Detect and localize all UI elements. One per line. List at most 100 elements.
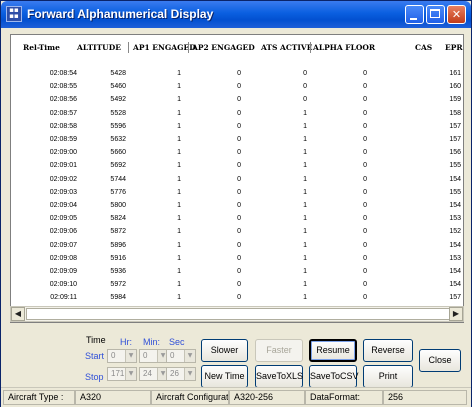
- table-row[interactable]: 02:08:58 5596 1 0 1 0 157: [11, 123, 463, 134]
- start-sec-select[interactable]: 0 ▼: [166, 349, 196, 363]
- table-row[interactable]: 02:08:59 5632 1 0 1 0 157: [11, 136, 463, 147]
- start-min-select[interactable]: 0 ▼: [139, 349, 169, 363]
- minimize-button[interactable]: [405, 5, 424, 24]
- scroll-left-arrow-icon[interactable]: ◀: [11, 307, 25, 321]
- slower-button[interactable]: Slower: [201, 339, 248, 362]
- table-row[interactable]: 02:08:55 5460 1 0 0 0 160: [11, 83, 463, 94]
- close-window-button[interactable]: ✕: [447, 5, 466, 24]
- cell-ats-active: 1: [303, 175, 307, 183]
- table-row[interactable]: 02:09:06 5872 1 0 1 0 152: [11, 228, 463, 239]
- time-label: Time: [86, 335, 106, 345]
- stop-sec-select[interactable]: 26 ▼: [166, 367, 196, 381]
- col-header-altitude[interactable]: ALTITUDE: [77, 43, 121, 52]
- col-header-ap1-engaged[interactable]: AP1 ENGAGED: [133, 43, 196, 52]
- table-row[interactable]: 02:09:08 5916 1 0 1 0 153: [11, 255, 463, 266]
- data-format-label: DataFormat:: [305, 390, 383, 405]
- table-row[interactable]: 02:09:02 5744 1 0 1 0 154: [11, 176, 463, 187]
- cell-ap2-engaged: 0: [237, 215, 241, 223]
- cell-cas: 154: [449, 241, 461, 249]
- table-row[interactable]: 02:09:01 5692 1 0 1 0 155: [11, 162, 463, 173]
- hr-label: Hr:: [120, 337, 132, 347]
- cell-alpha-floor: 0: [363, 109, 367, 117]
- stop-min-value: 24: [143, 369, 152, 378]
- column-separator[interactable]: [128, 42, 129, 53]
- cell-ap2-engaged: 0: [237, 149, 241, 157]
- table-row[interactable]: 02:09:11 5984 1 0 1 0 157: [11, 294, 463, 305]
- scroll-thumb[interactable]: [26, 308, 450, 320]
- cell-alpha-floor: 0: [363, 228, 367, 236]
- cell-cas: 156: [449, 149, 461, 157]
- table-row[interactable]: 02:08:54 5428 1 0 0 0 161: [11, 70, 463, 81]
- cell-altitude: 5972: [110, 281, 126, 289]
- close-button[interactable]: Close: [419, 349, 461, 372]
- chevron-down-icon[interactable]: ▼: [184, 350, 195, 362]
- chevron-down-icon[interactable]: ▼: [125, 368, 136, 380]
- table-row[interactable]: 02:09:00 5660 1 0 1 0 156: [11, 149, 463, 160]
- col-header-ap2-engaged[interactable]: AP2 ENGAGED: [192, 43, 255, 52]
- table-row[interactable]: 02:09:07 5896 1 0 1 0 154: [11, 242, 463, 253]
- cell-ats-active: 1: [303, 281, 307, 289]
- app-icon[interactable]: ▪▪ ▪▪: [6, 6, 22, 22]
- cell-rel-time: 02:09:06: [49, 228, 77, 236]
- col-header-cas[interactable]: CAS: [415, 43, 432, 52]
- col-header-epr[interactable]: EPR: [445, 43, 463, 52]
- cell-ap1-engaged: 1: [177, 228, 181, 236]
- table-row[interactable]: 02:09:04 5800 1 0 1 0 154: [11, 202, 463, 213]
- cell-altitude: 5492: [110, 96, 126, 104]
- cell-rel-time: 02:09:09: [49, 268, 77, 275]
- maximize-button[interactable]: [426, 5, 445, 24]
- cell-ap1-engaged: 1: [177, 83, 181, 91]
- table-row[interactable]: 02:08:57 5528 1 0 1 0 158: [11, 110, 463, 121]
- cell-altitude: 5800: [110, 202, 126, 209]
- col-header-ats-active[interactable]: ATS ACTIVE: [261, 43, 312, 52]
- column-separator[interactable]: [310, 42, 311, 53]
- column-separator[interactable]: [188, 42, 189, 53]
- cell-ats-active: 0: [303, 96, 307, 104]
- cell-ap1-engaged: 1: [177, 149, 181, 157]
- table-row[interactable]: 02:09:10 5972 1 0 1 0 154: [11, 281, 463, 292]
- table-row[interactable]: 02:09:03 5776 1 0 1 0 155: [11, 189, 463, 200]
- maximize-icon: [430, 9, 440, 18]
- resume-button[interactable]: Resume: [309, 339, 357, 362]
- cell-ats-active: 1: [303, 254, 307, 262]
- title-bar[interactable]: ▪▪ ▪▪ Forward Alphanumerical Display ✕: [1, 1, 471, 28]
- table-row[interactable]: 02:08:56 5492 1 0 0 0 159: [11, 96, 463, 107]
- table-row[interactable]: 02:09:09 5936 1 0 1 0 154: [11, 268, 463, 279]
- save-to-xls-button[interactable]: SaveToXLS: [255, 365, 303, 388]
- sec-label: Sec: [169, 337, 185, 347]
- cell-ats-active: 1: [303, 268, 307, 275]
- new-time-button[interactable]: New Time: [201, 365, 248, 388]
- start-hr-select[interactable]: 0 ▼: [107, 349, 137, 363]
- cell-ap2-engaged: 0: [237, 162, 241, 170]
- cell-rel-time: 02:09:01: [49, 162, 77, 170]
- col-header-alpha-floor[interactable]: ALPHA FLOOR: [313, 43, 375, 52]
- stop-hr-select[interactable]: 171 ▼: [107, 367, 137, 381]
- cell-ap2-engaged: 0: [237, 136, 241, 143]
- save-to-csv-button[interactable]: SaveToCSV: [309, 365, 359, 388]
- cell-cas: 154: [449, 268, 461, 275]
- scroll-right-arrow-icon[interactable]: ▶: [449, 307, 463, 321]
- cell-rel-time: 02:09:08: [49, 254, 77, 262]
- reverse-button[interactable]: Reverse: [363, 339, 413, 362]
- cell-cas: 159: [449, 96, 461, 104]
- stop-min-select[interactable]: 24 ▼: [139, 367, 169, 381]
- cell-cas: 157: [449, 136, 461, 143]
- chevron-down-icon[interactable]: ▼: [125, 350, 136, 362]
- faster-button[interactable]: Faster: [255, 339, 303, 362]
- cell-ap2-engaged: 0: [237, 122, 241, 130]
- horizontal-scrollbar[interactable]: ◀ ▶: [10, 306, 464, 322]
- print-button[interactable]: Print: [363, 365, 413, 388]
- col-header-rel-time[interactable]: Rel-Time: [23, 43, 60, 52]
- cell-alpha-floor: 0: [363, 70, 367, 77]
- table-row[interactable]: 02:09:05 5824 1 0 1 0 153: [11, 215, 463, 226]
- cell-cas: 157: [449, 122, 461, 130]
- data-grid[interactable]: Rel-Time ALTITUDE AP1 ENGAGED AP2 ENGAGE…: [10, 34, 464, 323]
- cell-rel-time: 02:09:02: [49, 175, 77, 183]
- cell-ap1-engaged: 1: [177, 268, 181, 275]
- chevron-down-icon[interactable]: ▼: [184, 368, 195, 380]
- cell-alpha-floor: 0: [363, 188, 367, 196]
- grid-header: Rel-Time ALTITUDE AP1 ENGAGED AP2 ENGAGE…: [11, 35, 463, 57]
- cell-ap1-engaged: 1: [177, 136, 181, 143]
- cell-ap1-engaged: 1: [177, 162, 181, 170]
- cell-alpha-floor: 0: [363, 268, 367, 275]
